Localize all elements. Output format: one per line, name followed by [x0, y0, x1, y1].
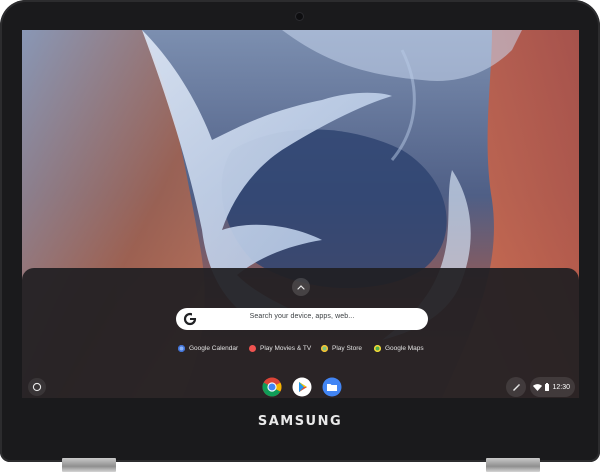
- webcam: [296, 13, 303, 20]
- stylus-tools-button[interactable]: [506, 377, 526, 397]
- play-store-icon: [321, 344, 328, 352]
- play-store-icon[interactable]: [292, 377, 312, 397]
- chromebook-device: Search your device, apps, web... Google …: [0, 0, 600, 462]
- suggestion-label: Play Store: [332, 344, 362, 352]
- search-placeholder: Search your device, apps, web...: [249, 313, 355, 320]
- right-hinge: [486, 458, 540, 472]
- files-icon[interactable]: [322, 377, 342, 397]
- app-launcher-panel: Search your device, apps, web... Google …: [22, 268, 579, 398]
- suggestion-play-movies[interactable]: Play Movies & TV: [249, 341, 311, 355]
- suggestion-play-store[interactable]: Play Store: [321, 341, 362, 355]
- clock-time: 12:30: [552, 383, 570, 391]
- suggestion-label: Google Calendar: [189, 344, 239, 352]
- google-calendar-icon: [178, 344, 185, 352]
- google-maps-icon: [374, 344, 381, 352]
- wifi-icon: [533, 383, 543, 391]
- status-tray[interactable]: 12:30: [530, 377, 575, 397]
- suggestion-label: Google Maps: [385, 344, 424, 352]
- suggestion-label: Play Movies & TV: [260, 344, 312, 352]
- suggested-apps: Google Calendar Play Movies & TV Play St…: [22, 341, 579, 355]
- expand-launcher-button[interactable]: [292, 278, 310, 296]
- launcher-button[interactable]: [28, 378, 46, 396]
- launcher-search-box[interactable]: Search your device, apps, web...: [176, 308, 428, 330]
- chevron-up-icon: [297, 285, 305, 290]
- left-hinge: [62, 458, 116, 472]
- screen: Search your device, apps, web... Google …: [22, 30, 579, 398]
- play-movies-icon: [249, 344, 256, 352]
- stylus-pen-icon: [513, 384, 520, 391]
- battery-icon: [545, 383, 550, 391]
- chrome-icon[interactable]: [262, 377, 282, 397]
- suggestion-google-maps[interactable]: Google Maps: [374, 341, 424, 355]
- device-brand-logo: SAMSUNG: [257, 414, 343, 429]
- suggestion-google-calendar[interactable]: Google Calendar: [178, 341, 238, 355]
- circle-launcher-icon: [32, 382, 42, 392]
